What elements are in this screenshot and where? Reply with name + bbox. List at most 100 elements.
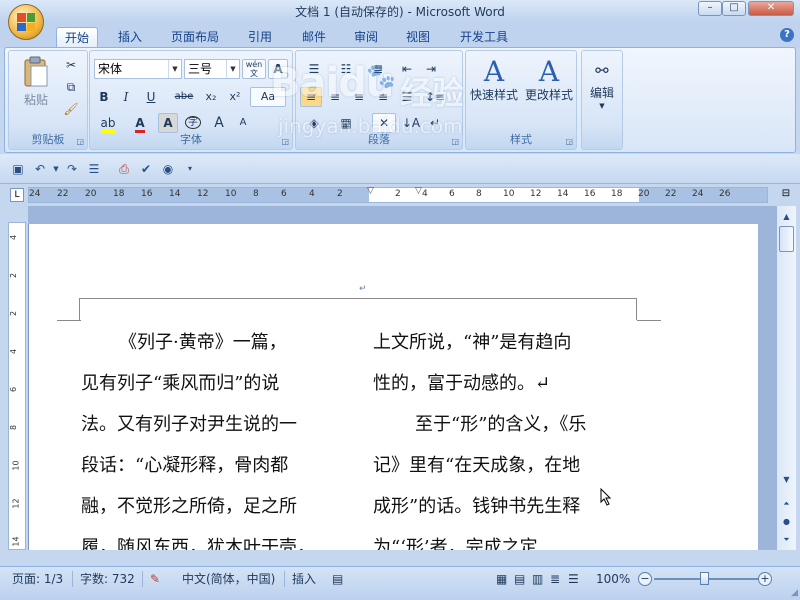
tab-insert[interactable]: 插入 bbox=[110, 27, 150, 48]
zoom-level[interactable]: 100% bbox=[596, 571, 630, 587]
highlight-color-button[interactable]: ab bbox=[94, 113, 122, 133]
tab-references[interactable]: 引用 bbox=[240, 27, 280, 48]
cut-icon[interactable]: ✂ bbox=[61, 55, 81, 75]
copy-icon[interactable]: ⧉ bbox=[61, 77, 81, 97]
zoom-out-button[interactable]: − bbox=[638, 572, 652, 586]
hanging-indent-icon[interactable]: ▽ bbox=[415, 186, 422, 196]
shading-icon[interactable]: ◈ bbox=[300, 113, 328, 133]
circle-icon[interactable]: ◉ bbox=[160, 161, 176, 177]
underline-button[interactable]: U bbox=[138, 87, 164, 107]
outline-view-icon[interactable]: ≣ bbox=[550, 571, 560, 587]
document-page[interactable]: ↵ 《列子·黄帝》一篇， 见有列子“乘风而归”的说 法。又有列子对尹生说的一 段… bbox=[28, 224, 758, 550]
strikethrough-button[interactable]: abe bbox=[170, 87, 198, 107]
print-layout-view-icon[interactable]: ▦ bbox=[496, 571, 507, 587]
save-icon[interactable]: ▣ bbox=[10, 161, 26, 177]
full-screen-view-icon[interactable]: ▤ bbox=[514, 571, 525, 587]
editing-button[interactable]: ⚯ 编辑 ▼ bbox=[584, 55, 620, 125]
char-shading-button[interactable]: A bbox=[158, 113, 178, 133]
language-indicator[interactable]: 中文(简体，中国) bbox=[182, 571, 275, 587]
browse-object-icon[interactable]: ● bbox=[779, 514, 794, 529]
tab-review[interactable]: 审阅 bbox=[346, 27, 386, 48]
scroll-thumb[interactable] bbox=[779, 226, 794, 252]
increase-indent-icon[interactable]: ⇥ bbox=[420, 59, 442, 79]
tab-home[interactable]: 开始 bbox=[56, 27, 98, 48]
macro-recording-icon[interactable]: ▤ bbox=[332, 571, 343, 587]
align-center-icon[interactable]: ≡ bbox=[324, 87, 346, 107]
change-case-button[interactable]: Aa bbox=[250, 87, 286, 107]
spelling-icon[interactable]: ✔ bbox=[138, 161, 154, 177]
italic-button[interactable]: I bbox=[116, 87, 136, 107]
proofing-icon[interactable]: ✎ bbox=[150, 571, 160, 587]
superscript-button[interactable]: x² bbox=[224, 87, 246, 107]
vertical-ruler[interactable]: 4 2 2 4 6 8 10 12 14 bbox=[8, 222, 26, 550]
previous-page-icon[interactable]: ⏶ bbox=[779, 496, 794, 511]
quick-styles-button[interactable]: A 快速样式 bbox=[468, 55, 520, 125]
borders-icon[interactable]: ▦ bbox=[332, 113, 360, 133]
sort-icon[interactable]: ↓A bbox=[400, 113, 422, 133]
clipboard-launcher-icon[interactable]: ◲ bbox=[76, 137, 84, 146]
shrink-font-button[interactable]: A bbox=[232, 113, 254, 133]
styles-launcher-icon[interactable]: ◲ bbox=[565, 137, 573, 146]
customize-qat-icon[interactable]: ▾ bbox=[182, 161, 198, 177]
indent-marker-icon[interactable]: ▽ bbox=[367, 186, 374, 196]
decrease-indent-icon[interactable]: ⇤ bbox=[396, 59, 418, 79]
print-preview-icon[interactable]: ⎙ bbox=[116, 161, 132, 177]
font-name-combo[interactable]: 宋体 ▼ bbox=[94, 59, 182, 79]
align-left-icon[interactable]: ≡ bbox=[300, 87, 322, 107]
char-border-button[interactable]: A bbox=[268, 59, 288, 79]
view-ruler-icon[interactable]: ⊟ bbox=[778, 188, 794, 202]
paste-button[interactable]: 粘贴 bbox=[15, 55, 57, 115]
enclose-char-button[interactable]: 字 bbox=[182, 113, 204, 133]
font-launcher-icon[interactable]: ◲ bbox=[281, 137, 289, 146]
chinese-layout-icon[interactable]: ✕ bbox=[372, 113, 396, 133]
help-icon[interactable]: ? bbox=[780, 28, 794, 42]
multilevel-list-icon[interactable]: ≣ bbox=[364, 59, 392, 79]
draft-view-icon[interactable]: ☰ bbox=[568, 571, 579, 587]
redo-icon[interactable]: ↷ bbox=[64, 161, 80, 177]
tab-developer[interactable]: 开发工具 bbox=[452, 27, 516, 48]
bold-button[interactable]: B bbox=[94, 87, 114, 107]
undo-icon[interactable]: ↶ bbox=[32, 161, 48, 177]
subscript-button[interactable]: x₂ bbox=[200, 87, 222, 107]
show-marks-icon[interactable]: ↵ bbox=[424, 113, 446, 133]
font-color-button[interactable]: A bbox=[126, 113, 154, 133]
tab-mailings[interactable]: 邮件 bbox=[294, 27, 334, 48]
vertical-scrollbar[interactable]: ▲ ▼ ⏶ ● ⏷ bbox=[776, 206, 796, 550]
tab-selector-icon[interactable]: L bbox=[10, 188, 24, 202]
align-right-icon[interactable]: ≡ bbox=[348, 87, 370, 107]
change-styles-button[interactable]: A 更改样式 bbox=[522, 55, 576, 125]
line-spacing-icon[interactable]: ↕≡ bbox=[420, 87, 450, 107]
tab-page-layout[interactable]: 页面布局 bbox=[164, 27, 226, 48]
close-button[interactable]: ✕ bbox=[748, 1, 794, 16]
minimize-button[interactable]: – bbox=[698, 1, 722, 16]
distributed-icon[interactable]: ☰ bbox=[396, 87, 418, 107]
paragraph-launcher-icon[interactable]: ◲ bbox=[451, 137, 459, 146]
resize-grip-icon[interactable]: ◢ bbox=[791, 588, 798, 598]
page-count[interactable]: 页面: 1/3 bbox=[12, 571, 63, 587]
grow-font-button[interactable]: A bbox=[208, 113, 230, 133]
office-button[interactable] bbox=[8, 4, 44, 40]
web-layout-view-icon[interactable]: ▥ bbox=[532, 571, 543, 587]
chevron-down-icon[interactable]: ▼ bbox=[48, 161, 64, 177]
scroll-down-icon[interactable]: ▼ bbox=[779, 472, 794, 487]
format-painter-icon[interactable]: 🖌 bbox=[61, 99, 81, 119]
document-area[interactable]: ↵ 《列子·黄帝》一篇， 见有列子“乘风而归”的说 法。又有列子对尹生说的一 段… bbox=[28, 206, 776, 550]
maximize-button[interactable]: □ bbox=[722, 1, 746, 16]
justify-icon[interactable]: ≡ bbox=[372, 87, 394, 107]
tab-view[interactable]: 视图 bbox=[398, 27, 438, 48]
scroll-up-icon[interactable]: ▲ bbox=[779, 209, 794, 224]
next-page-icon[interactable]: ⏷ bbox=[779, 532, 794, 547]
zoom-slider-thumb[interactable] bbox=[700, 572, 709, 585]
font-size-combo[interactable]: 三号 ▼ bbox=[184, 59, 240, 79]
bullets-icon[interactable]: ☰ bbox=[300, 59, 328, 79]
zoom-in-button[interactable]: + bbox=[758, 572, 772, 586]
word-count[interactable]: 字数: 732 bbox=[80, 571, 135, 587]
phonetic-guide-button[interactable]: wén 文 bbox=[242, 59, 266, 79]
horizontal-ruler[interactable]: 24 22 20 18 16 14 12 10 8 6 4 2 2 4 6 8 10 12 14 16 18 20 22 24… bbox=[28, 186, 768, 203]
numbering-icon[interactable]: ☷ bbox=[332, 59, 360, 79]
list-icon[interactable]: ☰ bbox=[86, 161, 102, 177]
chevron-down-icon[interactable]: ▼ bbox=[168, 60, 181, 78]
insert-mode[interactable]: 插入 bbox=[292, 571, 316, 587]
chevron-down-icon[interactable]: ▼ bbox=[226, 60, 239, 78]
text-line: 上文所说，“神”是有趋向 bbox=[373, 332, 572, 353]
